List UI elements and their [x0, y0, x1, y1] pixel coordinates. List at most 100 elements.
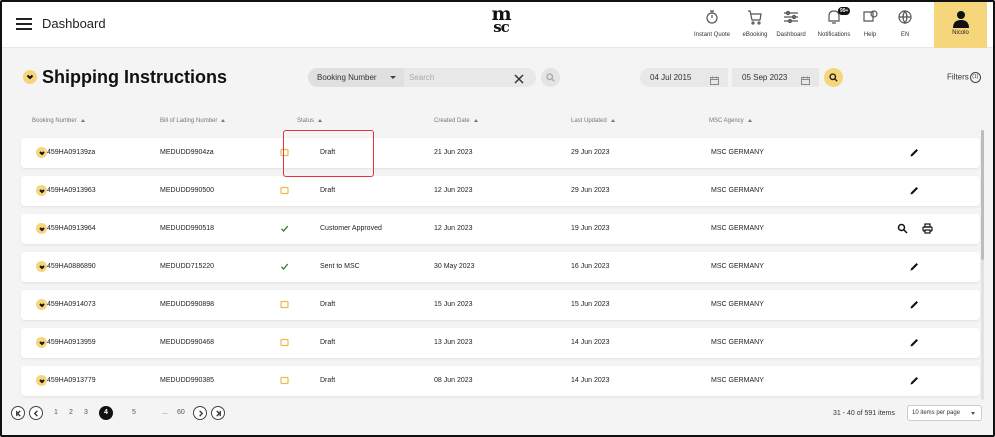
date-search-button[interactable] — [824, 68, 843, 87]
expand-row-button[interactable] — [36, 299, 47, 310]
search-field-select[interactable]: Booking Number — [308, 68, 404, 87]
msc-agency: MSC GERMANY — [711, 339, 764, 346]
column-header-label: MSC Agency — [709, 118, 744, 124]
scrollbar-thumb[interactable] — [981, 130, 984, 260]
table-row[interactable]: 459HA0913779 MEDUDD990385 Draft 08 Jun 2023… — [21, 366, 980, 396]
app-title: Dashboard — [42, 16, 106, 31]
page-number[interactable]: 1 — [54, 409, 58, 416]
calendar-icon[interactable] — [801, 73, 810, 85]
status-label: Draft — [320, 339, 336, 346]
filters-button[interactable]: Filters (1) — [947, 72, 981, 83]
created-date: 30 May 2023 — [434, 263, 475, 270]
draft-status-icon — [280, 300, 289, 309]
edit-action-icon[interactable] — [909, 299, 921, 311]
nav-label: Instant Quote — [693, 32, 731, 38]
first-page-button[interactable] — [11, 406, 25, 420]
edit-action-icon[interactable] — [909, 261, 921, 273]
column-header-last-updated[interactable]: Last Updated — [571, 118, 615, 124]
user-profile-button[interactable]: Nicolo — [934, 2, 987, 48]
bill-of-lading-number: MEDUDD9904za — [160, 149, 214, 156]
expand-row-button[interactable] — [36, 223, 47, 234]
nav-help[interactable]: Help — [859, 8, 881, 44]
calendar-icon[interactable] — [710, 73, 719, 85]
edit-action-icon[interactable] — [909, 147, 921, 159]
column-header-msc-agency[interactable]: MSC Agency — [709, 118, 752, 124]
nav-label: eBooking — [742, 32, 768, 38]
column-header-bill-of-lading[interactable]: Bill of Lading Number — [160, 118, 226, 124]
filters-label: Filters — [947, 72, 969, 82]
nav-instant-quote[interactable]: Instant Quote — [692, 8, 732, 44]
draft-status-icon — [280, 376, 289, 385]
created-date: 13 Jun 2023 — [434, 339, 473, 346]
bill-of-lading-number: MEDUDD715220 — [160, 263, 215, 270]
booking-number[interactable]: 459HA0913779 — [47, 377, 96, 384]
column-header-booking-number[interactable]: Booking Number — [32, 118, 85, 124]
date-to-value: 05 Sep 2023 — [742, 73, 788, 82]
search-action-icon[interactable] — [897, 223, 909, 235]
chevron-down-icon — [38, 378, 45, 383]
nav-dashboard[interactable]: Dashboard — [773, 8, 809, 44]
page-number[interactable]: 4 — [99, 406, 113, 420]
collapse-section-button[interactable] — [23, 70, 37, 84]
date-from-field[interactable]: 04 Jul 2015 — [640, 68, 728, 87]
page-size-value: 10 items per page — [912, 410, 961, 416]
booking-number[interactable]: 459HA09139za — [47, 149, 95, 156]
table-row[interactable]: 459HA0886890 MEDUDD715220 Sent to MSC 30 Ma… — [21, 252, 980, 282]
top-navigation-bar: Dashboard m sc Instant Quote eBooking Das… — [2, 2, 993, 48]
search-input[interactable] — [409, 68, 509, 87]
edit-action-icon[interactable] — [909, 185, 921, 197]
bill-of-lading-number: MEDUDD990385 — [160, 377, 215, 384]
page-number[interactable]: 5 — [132, 409, 136, 416]
page-number[interactable]: 2 — [69, 409, 73, 416]
last-updated-date: 15 Jun 2023 — [571, 301, 610, 308]
table-row[interactable]: 459HA0913964 MEDUDD990518 Customer Approve… — [21, 214, 980, 244]
nav-language[interactable]: EN — [894, 8, 916, 44]
nav-ebooking[interactable]: eBooking — [739, 8, 771, 44]
table-row[interactable]: 459HA0914073 MEDUDD990898 Draft 15 Jun 2023… — [21, 290, 980, 320]
booking-number[interactable]: 459HA0913963 — [47, 187, 96, 194]
draft-status-icon — [280, 186, 289, 195]
app-window: Dashboard m sc Instant Quote eBooking Das… — [0, 0, 995, 437]
search-field-value: Booking Number — [317, 73, 377, 82]
nav-notifications[interactable]: 99+ Notifications — [812, 7, 856, 44]
previous-page-button[interactable] — [29, 406, 43, 420]
shipping-instructions-table: Booking Number Bill of Lading Number Sta… — [2, 110, 993, 435]
clear-search-button[interactable] — [514, 71, 527, 84]
page-number[interactable]: 60 — [177, 409, 185, 416]
chevron-left-icon — [33, 409, 38, 417]
edit-action-icon[interactable] — [909, 337, 921, 349]
expand-row-button[interactable] — [36, 185, 47, 196]
booking-number[interactable]: 459HA0913964 — [47, 225, 96, 232]
expand-row-button[interactable] — [36, 375, 47, 386]
page-size-select[interactable]: 10 items per page — [907, 405, 982, 421]
expand-row-button[interactable] — [36, 147, 47, 158]
print-action-icon[interactable] — [922, 223, 934, 235]
page-header: Shipping Instructions Booking Number 04 … — [2, 48, 993, 110]
chevron-down-icon — [38, 340, 45, 345]
column-header-status[interactable]: Status — [297, 118, 323, 124]
table-header: Booking Number Bill of Lading Number Sta… — [2, 110, 993, 130]
hamburger-menu-icon[interactable] — [16, 18, 32, 30]
sort-ascending-icon — [221, 118, 226, 122]
sliders-icon — [780, 8, 802, 30]
page-number[interactable]: 3 — [84, 409, 88, 416]
next-page-button[interactable] — [193, 406, 207, 420]
date-to-field[interactable]: 05 Sep 2023 — [732, 68, 819, 87]
search-button[interactable] — [541, 68, 560, 87]
expand-row-button[interactable] — [36, 337, 47, 348]
booking-number[interactable]: 459HA0913959 — [47, 339, 96, 346]
table-row[interactable]: 459HA09139za MEDUDD9904za Draft 21 Jun 2023… — [21, 138, 980, 168]
table-row[interactable]: 459HA0913963 MEDUDD990500 Draft 12 Jun 2023… — [21, 176, 980, 206]
msc-agency: MSC GERMANY — [711, 263, 764, 270]
table-row[interactable]: 459HA0913959 MEDUDD990468 Draft 13 Jun 2023… — [21, 328, 980, 358]
edit-action-icon[interactable] — [909, 375, 921, 387]
msc-logo[interactable]: m sc — [486, 5, 516, 42]
last-page-button[interactable] — [211, 406, 225, 420]
search-icon — [546, 73, 555, 82]
expand-row-button[interactable] — [36, 261, 47, 272]
bill-of-lading-number: MEDUDD990468 — [160, 339, 215, 346]
booking-number[interactable]: 459HA0886890 — [47, 263, 96, 270]
booking-number[interactable]: 459HA0914073 — [47, 301, 96, 308]
check-icon — [280, 262, 289, 271]
column-header-created-date[interactable]: Created Date — [434, 118, 478, 124]
